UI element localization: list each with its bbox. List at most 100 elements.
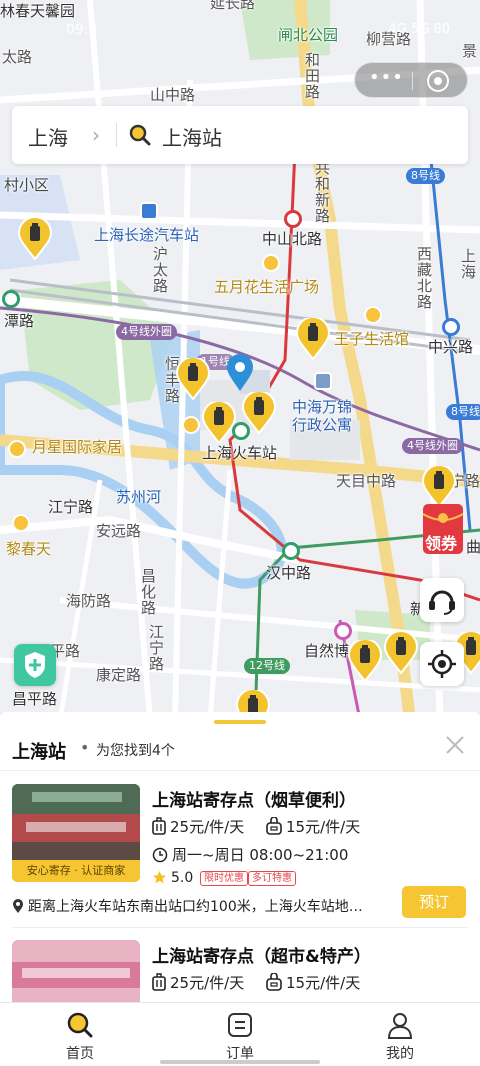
poi-building-icon: [314, 372, 332, 390]
hours-text: 周一~周日 08:00~21:00: [172, 846, 349, 864]
store-name: 上海站寄存点（超市&特产）: [152, 947, 371, 967]
map-label: 村小区: [4, 176, 50, 194]
close-icon[interactable]: [444, 734, 466, 756]
map-label: 山中路: [150, 86, 196, 104]
divider: [0, 770, 480, 771]
storage-card[interactable]: 安心寄存 · 认证商家 上海站寄存点（烟草便利） 25元/件/天 15元/件/天…: [0, 772, 480, 922]
coupon-label: 领券: [425, 534, 458, 553]
home-indicator: [160, 1060, 320, 1064]
search-icon: [129, 124, 151, 146]
map-label: 昌化路: [139, 568, 157, 616]
price-large-text: 15元/件/天: [286, 974, 361, 992]
more-icon[interactable]: •••: [369, 69, 403, 89]
suitcase-icon: [152, 817, 166, 835]
bag-icon: [266, 973, 282, 991]
locker-marker-icon[interactable]: [348, 640, 382, 682]
address-text: 距离上海火车站东南出站口约100米，上海火车站地…: [28, 899, 363, 915]
search-bar: 上海 › 上海站: [12, 106, 468, 164]
location-icon: [13, 899, 23, 913]
locker-marker-icon[interactable]: [384, 632, 418, 674]
coupon-button[interactable]: 领券: [420, 500, 466, 556]
book-button[interactable]: 预订: [402, 886, 466, 918]
chevron-right-icon: ›: [92, 123, 100, 147]
map-label: 潭路: [4, 312, 35, 330]
tab-profile[interactable]: 我的: [360, 1009, 440, 1065]
metro-station-icon: [334, 622, 352, 640]
locker-marker-icon[interactable]: [18, 218, 52, 260]
locker-marker-icon[interactable]: [176, 358, 210, 400]
map-label: 五月花生活广场: [214, 278, 320, 296]
rating: 5.0: [152, 870, 193, 886]
metro-line-badge: 12号线: [244, 658, 290, 674]
tab-home[interactable]: 首页: [40, 1009, 120, 1065]
tab-bar: 首页 订单 我的: [0, 1002, 480, 1066]
map-label: 天目中路: [336, 472, 397, 490]
map-label: 上海火车站: [202, 444, 278, 462]
map-label: 中海万锦行政公寓: [292, 398, 353, 434]
poi-shop-icon: [182, 416, 200, 434]
price-large-luggage: 15元/件/天: [266, 816, 360, 837]
map-label: 黎春天: [6, 540, 52, 558]
metro-station-icon: [282, 542, 300, 560]
opening-hours: 周一~周日 08:00~21:00: [152, 844, 348, 865]
map-label: 安远路: [96, 522, 142, 540]
bag-icon: [266, 817, 282, 835]
safety-button[interactable]: [14, 644, 56, 686]
tab-label: 首页: [66, 1046, 94, 1062]
results-count: 为您找到4个: [96, 743, 175, 759]
verified-merchant-tag: 安心寄存 · 认证商家: [12, 860, 140, 882]
metro-line-badge: 8号线: [446, 404, 480, 420]
metro-station-icon: [442, 318, 460, 336]
map-view[interactable]: 林春天馨园 延长路 闸北公园 柳营路 景 太路 山中路 和田路 村小区 上海长途…: [0, 0, 480, 720]
sheet-drag-handle[interactable]: [214, 720, 266, 724]
shield-icon: [25, 652, 45, 678]
locker-marker-icon[interactable]: [242, 392, 276, 434]
map-label: 王子生活馆: [334, 330, 410, 348]
price-large-luggage: 15元/件/天: [266, 972, 360, 993]
map-label: 月星国际家居: [32, 438, 123, 456]
status-bar: 09:3 4G 5G 80: [0, 0, 480, 38]
status-indicators: 4G 5G 80: [388, 22, 451, 37]
map-label: 沪太路: [151, 246, 169, 294]
metro-station-icon: [2, 290, 20, 308]
map-label: 中山北路: [262, 230, 323, 248]
map-label: 汉中路: [266, 564, 312, 582]
search-input[interactable]: 上海站: [162, 122, 222, 151]
search-icon: [67, 1012, 93, 1038]
map-label: 上海长途汽车站: [94, 226, 200, 244]
map-label: 上海: [459, 248, 477, 280]
map-label: 景: [462, 42, 478, 60]
headset-icon: [429, 590, 455, 615]
store-address: 距离上海火车站东南出站口约100米，上海火车站地…: [12, 896, 382, 916]
store-photo: 安心寄存 · 认证商家: [12, 784, 140, 882]
city-selector[interactable]: 上海: [28, 122, 68, 151]
price-large-text: 15元/件/天: [286, 818, 361, 836]
close-miniprogram-icon[interactable]: [427, 70, 449, 92]
map-label: 自然博: [304, 642, 350, 660]
map-label: 昌平路: [12, 690, 58, 708]
order-icon: [228, 1013, 252, 1037]
map-label: 中兴路: [428, 338, 474, 356]
customer-service-button[interactable]: [420, 578, 464, 622]
price-small-text: 25元/件/天: [170, 818, 245, 836]
location-pin-icon: [227, 354, 253, 391]
map-label: 共和新路: [313, 160, 331, 224]
poi-shop-icon: [262, 254, 280, 272]
results-location: 上海站: [12, 742, 66, 763]
locker-marker-icon[interactable]: [296, 318, 330, 360]
price-small-luggage: 25元/件/天: [152, 972, 244, 993]
tab-orders[interactable]: 订单: [200, 1009, 280, 1065]
capsule-divider: [412, 72, 413, 90]
locate-me-button[interactable]: [420, 642, 464, 686]
map-label: 康定路: [96, 666, 142, 684]
store-name: 上海站寄存点（烟草便利）: [152, 791, 356, 811]
map-label: 曲: [466, 538, 480, 556]
map-label: 海防路: [66, 592, 112, 610]
star-icon: [153, 871, 166, 884]
separator-dot: •: [80, 738, 90, 757]
locker-marker-icon[interactable]: [202, 402, 236, 444]
poi-shop-icon: [364, 306, 382, 324]
map-label: 西藏北路: [415, 246, 433, 310]
profile-icon: [387, 1013, 413, 1039]
metro-station-icon: [284, 210, 302, 228]
